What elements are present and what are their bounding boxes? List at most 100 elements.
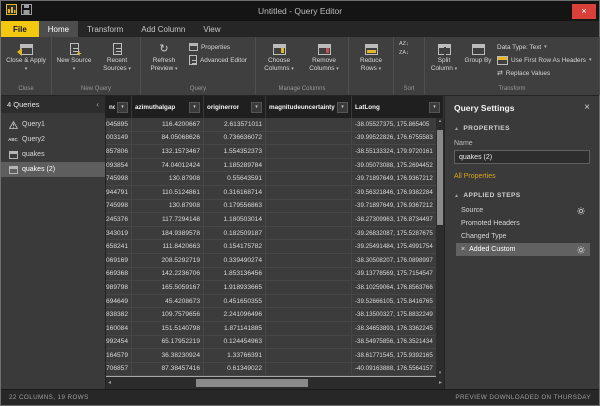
sidebar-item-quakes-2-[interactable]: quakes (2) — [1, 162, 105, 177]
replace-values-button[interactable]: ⇄ Replace Values — [497, 67, 595, 79]
split-column-button[interactable]: Split Column ▾ — [426, 38, 462, 85]
group-label-new-query: New Query — [53, 85, 139, 95]
queries-pane-header[interactable]: 4 Queries ‹ — [1, 96, 105, 113]
window-close-button[interactable]: × — [572, 4, 596, 19]
scroll-down-icon[interactable]: ▾ — [439, 371, 442, 376]
save-icon[interactable] — [21, 2, 32, 20]
sidebar-item-query1[interactable]: Query1 — [1, 117, 105, 132]
table-cell: -39.71897649, 176.9367212 — [352, 200, 444, 213]
close-apply-button[interactable]: Close & Apply ▾ — [2, 38, 50, 85]
table-header-row: nce▾azimuthalgap▾originerror▾magnitudeun… — [106, 96, 444, 118]
delete-step-icon[interactable]: × — [461, 246, 465, 253]
use-first-row-button[interactable]: Use First Row As Headers ▾ — [497, 54, 595, 66]
applied-step-added-custom[interactable]: ×Added Custom — [456, 243, 590, 256]
group-by-button[interactable]: Group By — [462, 38, 494, 85]
filter-dropdown-icon[interactable]: ▾ — [337, 102, 348, 113]
sidebar-item-quakes[interactable]: quakes — [1, 147, 105, 162]
table-row[interactable]: 9245376117.72941481.180503014-38.2730996… — [106, 213, 444, 227]
table-cell: 4989798 — [106, 281, 132, 294]
table-row[interactable]: 5669368142.22367061.853136456-39.1377856… — [106, 268, 444, 282]
table-row[interactable]: 600314984.050686260.736636072-39.9952282… — [106, 132, 444, 146]
horizontal-scroll-thumb[interactable] — [196, 379, 308, 387]
table-row[interactable]: 857806132.15734671.554352373-38.55133324… — [106, 145, 444, 159]
table-row[interactable]: 516457936.382309241.33766391-38.61771545… — [106, 349, 444, 363]
column-header-label: nce — [109, 104, 115, 111]
applied-step-changed-type[interactable]: Changed Type — [456, 230, 590, 243]
applied-step-source[interactable]: Source — [456, 204, 590, 217]
table-cell: -38.05527375, 175.865405 — [352, 118, 444, 131]
close-panel-icon[interactable]: × — [584, 102, 590, 113]
filter-dropdown-icon[interactable]: ▾ — [117, 102, 128, 113]
properties-button[interactable]: Properties — [189, 41, 251, 53]
query-name-input[interactable] — [454, 150, 590, 164]
table-row[interactable]: 0944791110.51248610.316168714-39.5632184… — [106, 186, 444, 200]
tab-file[interactable]: File — [1, 21, 39, 37]
step-settings-gear-icon[interactable] — [577, 246, 585, 254]
sort-ascending-icon[interactable]: AZ↓ — [399, 42, 419, 48]
applied-step-promoted-headers[interactable]: Promoted Headers — [456, 217, 590, 230]
horizontal-scrollbar[interactable]: ◂ ▸ — [106, 377, 444, 389]
queries-pane: 4 Queries ‹ Query1ABCQuery2quakesquakes … — [1, 96, 106, 389]
table-row[interactable]: 0838382109.75796562.241096496-38.1350032… — [106, 308, 444, 322]
table-cell: 2.241096496 — [204, 308, 266, 321]
vertical-scroll-thumb[interactable] — [437, 130, 443, 225]
table-row[interactable]: 2343019184.93895780.182509187-39.2683208… — [106, 227, 444, 241]
table-row[interactable]: 745998130.879080.55643591-39.71897649, 1… — [106, 172, 444, 186]
collapse-pane-icon[interactable]: ‹ — [96, 100, 99, 109]
tab-add-column[interactable]: Add Column — [132, 21, 194, 37]
group-by-icon — [472, 40, 485, 55]
table-cell — [266, 295, 352, 308]
table-row[interactable]: 170685787.384574160.61349022-40.09163888… — [106, 363, 444, 377]
advanced-editor-button[interactable]: Advanced Editor — [189, 54, 251, 66]
tab-transform[interactable]: Transform — [78, 21, 132, 37]
remove-columns-button[interactable]: Remove Columns ▾ — [301, 38, 347, 85]
group-label-reduce-rows — [350, 85, 392, 95]
dropdown-caret-icon: ▾ — [336, 66, 339, 72]
table-row[interactable]: 5045895116.42006672.613571011-38.0552737… — [106, 118, 444, 132]
scroll-up-icon[interactable]: ▴ — [439, 119, 442, 124]
step-settings-gear-icon[interactable] — [577, 207, 585, 215]
tab-home[interactable]: Home — [39, 21, 78, 37]
applied-steps-list: SourcePromoted HeadersChanged Type×Added… — [456, 204, 590, 256]
table-row[interactable]: 9160084151.51407981.871141885-38.3465389… — [106, 322, 444, 336]
table-row[interactable]: 745998130.879080.179556863-39.71897649, … — [106, 200, 444, 214]
table-cell — [266, 240, 352, 253]
column-header-magnitudeuncertainty[interactable]: magnitudeuncertainty▾ — [266, 96, 352, 118]
applied-steps-section-header[interactable]: ▲ APPLIED STEPS — [454, 192, 590, 199]
status-preview-downloaded: PREVIEW DOWNLOADED ON THURSDAY — [455, 394, 591, 401]
table-row[interactable]: 5069169208.52927190.339490274-38.3050820… — [106, 254, 444, 268]
new-source-button[interactable]: New Source ▾ — [53, 38, 95, 85]
column-header-LatLong[interactable]: LatLong▾ — [352, 96, 444, 118]
advanced-editor-label: Advanced Editor — [200, 57, 247, 64]
filter-dropdown-icon[interactable]: ▾ — [189, 102, 200, 113]
table-cell: -38.27309963, 176.8734497 — [352, 213, 444, 226]
column-header-originerror[interactable]: originerror▾ — [204, 96, 266, 118]
filter-dropdown-icon[interactable]: ▾ — [251, 102, 262, 113]
dropdown-caret-icon: ▾ — [291, 66, 294, 72]
tab-view[interactable]: View — [194, 21, 229, 37]
table-row[interactable]: 1658241111.84206630.154175782-39.2549148… — [106, 240, 444, 254]
filter-dropdown-icon[interactable]: ▾ — [429, 102, 440, 113]
all-properties-link[interactable]: All Properties — [454, 173, 496, 180]
column-header-nce[interactable]: nce▾ — [106, 96, 132, 118]
sort-descending-icon[interactable]: ZA↓ — [399, 51, 419, 57]
table-row[interactable]: 469464945.42086730.451650355-39.52666105… — [106, 295, 444, 309]
ribbon-group-reduce-rows: Reduce Rows ▾ — [348, 37, 393, 95]
scroll-right-icon[interactable]: ▸ — [439, 380, 442, 386]
table-row[interactable]: 4989798165.50591671.918933665-38.1025906… — [106, 281, 444, 295]
ribbon-tab-strip: File Home Transform Add Column View — [1, 21, 599, 37]
column-header-azimuthalgap[interactable]: azimuthalgap▾ — [132, 96, 204, 118]
table-cell — [266, 132, 352, 145]
recent-sources-button[interactable]: Recent Sources ▾ — [95, 38, 139, 85]
table-row[interactable]: 599245465.179522190.124454963-38.5497585… — [106, 336, 444, 350]
vertical-scrollbar[interactable]: ▴ ▾ — [436, 118, 444, 377]
data-type-button[interactable]: Data Type: Text ▾ — [497, 41, 595, 53]
table-cell: -38.61771545, 175.9392165 — [352, 349, 444, 362]
properties-section-header[interactable]: ▲ PROPERTIES — [454, 125, 590, 132]
refresh-preview-button[interactable]: ↻ Refresh Preview ▾ — [142, 38, 186, 85]
reduce-rows-button[interactable]: Reduce Rows ▾ — [350, 38, 392, 85]
table-row[interactable]: 09385474.040124241.185289784-39.05073088… — [106, 159, 444, 173]
choose-columns-button[interactable]: Choose Columns ▾ — [257, 38, 301, 85]
sidebar-item-query2[interactable]: ABCQuery2 — [1, 132, 105, 147]
scroll-left-icon[interactable]: ◂ — [108, 380, 111, 386]
